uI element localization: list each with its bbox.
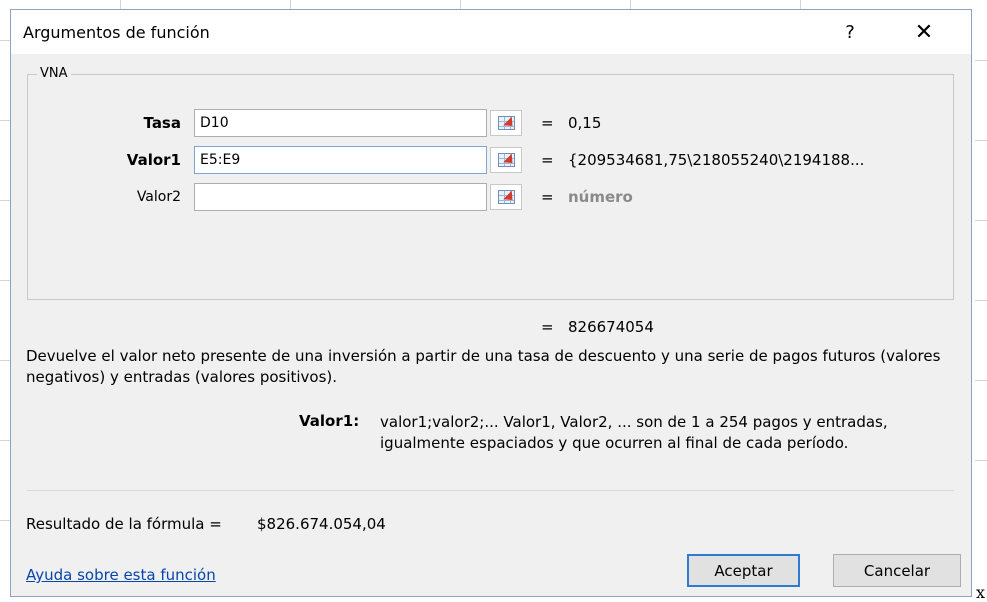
help-link[interactable]: Ayuda sobre esta función	[26, 566, 216, 584]
divider	[27, 490, 954, 491]
valor1-equals: =	[541, 151, 554, 169]
tasa-equals: =	[541, 114, 554, 132]
result-equals: =	[541, 318, 554, 336]
dialog-title: Argumentos de función	[23, 23, 210, 42]
parameter-name: Valor1:	[299, 412, 360, 430]
parameter-description: valor1;valor2;... Valor1, Valor2, ... so…	[380, 413, 888, 452]
valor2-input[interactable]	[194, 183, 487, 211]
arg-label-valor1: Valor1	[126, 151, 181, 169]
arg-label-tasa: Tasa	[143, 114, 181, 132]
valor2-collapse-button[interactable]	[490, 184, 522, 210]
valor1-collapse-button[interactable]	[490, 147, 522, 173]
help-icon[interactable]: ?	[827, 10, 873, 54]
function-arguments-dialog: Argumentos de función ? ✕ VNA Tasa = 0,1…	[10, 9, 972, 597]
tasa-result: 0,15	[568, 114, 602, 132]
title-bar: Argumentos de función ? ✕	[11, 10, 971, 54]
cancel-button[interactable]: Cancelar	[833, 554, 961, 587]
valor1-result: {209534681,75\218055240\2194188...	[568, 151, 865, 169]
function-description: Devuelve el valor neto presente de una i…	[26, 347, 941, 386]
valor2-result: número	[568, 188, 633, 206]
stray-text: x	[976, 583, 986, 602]
ok-button[interactable]: Aceptar	[687, 554, 800, 587]
valor1-input[interactable]	[194, 146, 487, 174]
formula-result-value: $826.674.054,04	[257, 515, 386, 533]
function-name-label: VNA	[37, 66, 71, 81]
tasa-collapse-button[interactable]	[490, 110, 522, 136]
function-result: 826674054	[568, 318, 654, 336]
close-icon[interactable]: ✕	[901, 10, 947, 54]
arg-label-valor2: Valor2	[136, 189, 181, 205]
tasa-input[interactable]	[194, 109, 487, 137]
formula-result-label: Resultado de la fórmula =	[26, 515, 222, 533]
valor2-equals: =	[541, 188, 554, 206]
